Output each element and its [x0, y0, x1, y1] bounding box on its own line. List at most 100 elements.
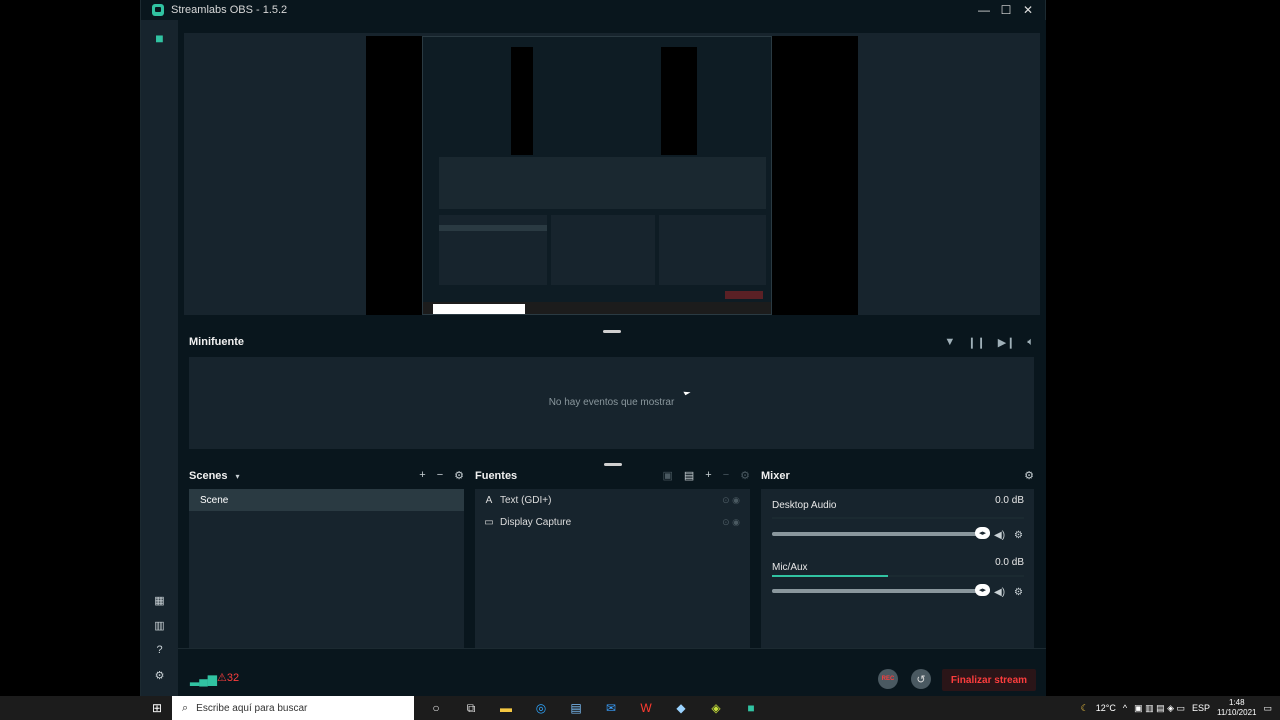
- source-settings-icon[interactable]: ⚙: [740, 469, 750, 482]
- footer-bar: ▂▄▆ ⚠32 REC ↺ Finalizar stream: [178, 648, 1046, 696]
- taskbar-search[interactable]: ⌕ Escribe aquí para buscar: [172, 696, 414, 720]
- warning-count: 32: [226, 672, 240, 684]
- side-navigation: ■ ▦ ▥ ? ⚙: [141, 20, 178, 696]
- text-icon: A: [485, 494, 493, 506]
- pause-icon[interactable]: ❙❙: [967, 336, 985, 349]
- stop-stream-button[interactable]: Finalizar stream: [942, 669, 1036, 691]
- skip-icon[interactable]: ▶❙: [998, 336, 1016, 349]
- app-icon[interactable]: ◈: [704, 696, 728, 720]
- add-source-icon[interactable]: +: [705, 469, 711, 482]
- clock-date: 11/10/2021: [1217, 708, 1257, 717]
- chevron-down-icon[interactable]: ▾: [236, 472, 240, 481]
- mixer-dock: Desktop Audio 0.0 dB ◂▸ ◀) ⚙ Mic/Aux 0.0…: [761, 489, 1034, 650]
- remove-scene-icon[interactable]: −: [437, 469, 443, 482]
- help-icon[interactable]: ?: [141, 640, 178, 660]
- source-label: Display Capture: [500, 516, 572, 528]
- maximize-button[interactable]: ☐: [995, 0, 1017, 20]
- volume-fill: [772, 589, 990, 593]
- scenes-title: Scenes: [189, 470, 228, 482]
- streamlabs-taskbar-icon[interactable]: ■: [739, 696, 763, 720]
- channel-db: 0.0 dB: [995, 557, 1024, 568]
- streamlabs-logo-icon: [152, 4, 164, 16]
- windows-start-icon[interactable]: ⊞: [142, 696, 172, 720]
- resize-handle[interactable]: [603, 330, 621, 333]
- volume-knob[interactable]: ◂▸: [975, 527, 990, 539]
- clock-time: 1:48: [1228, 698, 1245, 707]
- task-view-icon[interactable]: ⧉: [459, 696, 483, 720]
- stream-preview[interactable]: [184, 33, 1040, 315]
- channel-name: Mic/Aux: [772, 562, 808, 573]
- language[interactable]: ESP: [1192, 703, 1210, 713]
- minimize-button[interactable]: —: [973, 0, 995, 20]
- warning-badge[interactable]: ⚠32: [217, 671, 239, 684]
- sources-title: Fuentes: [475, 470, 518, 482]
- add-folder-icon[interactable]: ▣: [662, 469, 672, 482]
- lock-visibility-icon[interactable]: ⊙ ◉: [722, 517, 740, 528]
- add-scene-icon[interactable]: +: [419, 469, 425, 482]
- level-meter: [772, 517, 1024, 519]
- temperature: 12°C: [1095, 703, 1116, 713]
- record-button[interactable]: REC: [878, 669, 898, 689]
- preview-capture: [422, 36, 772, 315]
- scene-item[interactable]: Scene: [189, 489, 464, 511]
- system-tray: ☾ 12°C ^ ▣ ▥ ▤ ◈ ▭ ESP 1:48 11/10/2021 ▭: [1081, 696, 1272, 720]
- mixer-channel: Desktop Audio 0.0 dB ◂▸ ◀) ⚙: [772, 495, 1024, 541]
- source-label: Text (GDI+): [500, 494, 552, 506]
- mail-icon[interactable]: ✉: [599, 696, 623, 720]
- layout-icon[interactable]: ▦: [141, 590, 178, 610]
- dock-row: Scenes ▾ + − ⚙ Scene Fuentes ▣ ▤ + − ⚙ A…: [189, 467, 1034, 650]
- close-button[interactable]: ✕: [1017, 0, 1039, 20]
- wps-icon[interactable]: W: [634, 696, 658, 720]
- channel-settings-icon[interactable]: ⚙: [1014, 587, 1023, 598]
- events-list: No hay eventos que mostrar: [189, 357, 1034, 449]
- speaker-icon[interactable]: ◀): [994, 587, 1005, 598]
- cortana-icon[interactable]: ○: [424, 696, 448, 720]
- channel-db: 0.0 dB: [995, 495, 1024, 506]
- filter-icon[interactable]: ▼: [944, 336, 955, 349]
- columns-icon[interactable]: ▥: [141, 615, 178, 635]
- search-icon: ⌕: [182, 701, 189, 714]
- source-item[interactable]: A Text (GDI+) ⊙ ◉: [475, 489, 750, 511]
- scene-settings-icon[interactable]: ⚙: [454, 469, 464, 482]
- stats-chart-icon[interactable]: ▂▄▆: [190, 672, 217, 686]
- volume-knob[interactable]: ◂▸: [975, 584, 990, 596]
- replay-buffer-icon[interactable]: ↺: [911, 669, 931, 689]
- monitor-icon: ▭: [484, 516, 494, 528]
- volume-slider[interactable]: ◂▸: [772, 584, 990, 596]
- mixer-settings-icon[interactable]: ⚙: [1024, 469, 1034, 482]
- studio-camera-icon[interactable]: ■: [141, 28, 178, 48]
- file-explorer-icon[interactable]: ▬: [494, 696, 518, 720]
- title-bar: Streamlabs OBS - 1.5.2 — ☐ ✕: [141, 0, 1045, 20]
- source-item[interactable]: ▭ Display Capture ⊙ ◉: [475, 511, 750, 533]
- events-empty-text: No hay eventos que mostrar: [548, 397, 675, 408]
- store-icon[interactable]: ▤: [564, 696, 588, 720]
- lock-visibility-icon[interactable]: ⊙ ◉: [722, 495, 740, 506]
- tray-icons[interactable]: ▣ ▥ ▤ ◈ ▭: [1134, 703, 1185, 714]
- search-placeholder: Escribe aquí para buscar: [196, 702, 308, 714]
- resize-handle-2[interactable]: [604, 463, 622, 466]
- channel-name: Desktop Audio: [772, 500, 837, 511]
- warning-icon: ⚠: [217, 672, 227, 684]
- volume-slider[interactable]: ◂▸: [772, 527, 990, 539]
- mute-icon[interactable]: 🔈︎: [1027, 336, 1034, 349]
- level-meter: [772, 575, 1024, 577]
- level-meter-fill: [772, 575, 888, 577]
- app-window: Streamlabs OBS - 1.5.2 — ☐ ✕ ■ ▦ ▥ ? ⚙ M…: [140, 0, 1046, 696]
- settings-gear-icon[interactable]: ⚙: [141, 665, 178, 685]
- tray-chevron-icon[interactable]: ^: [1123, 703, 1127, 713]
- weather-icon[interactable]: ☾: [1081, 703, 1089, 714]
- folder-icon[interactable]: ▤: [684, 469, 694, 482]
- channel-settings-icon[interactable]: ⚙: [1014, 530, 1023, 541]
- mixer-channel: Mic/Aux 0.0 dB ◂▸ ◀) ⚙: [772, 557, 1024, 598]
- mixer-title: Mixer: [761, 470, 790, 482]
- speaker-icon[interactable]: ◀): [994, 530, 1005, 541]
- volume-fill: [772, 532, 990, 536]
- notification-icon[interactable]: ▭: [1263, 703, 1272, 714]
- edge-icon[interactable]: ◎: [529, 696, 553, 720]
- notes-icon[interactable]: ◆: [669, 696, 693, 720]
- events-title: Minifuente: [189, 336, 244, 348]
- clock[interactable]: 1:48 11/10/2021: [1217, 698, 1256, 718]
- window-title: Streamlabs OBS - 1.5.2: [171, 4, 288, 16]
- remove-source-icon[interactable]: −: [723, 469, 729, 482]
- scenes-dock: Scene: [189, 489, 464, 650]
